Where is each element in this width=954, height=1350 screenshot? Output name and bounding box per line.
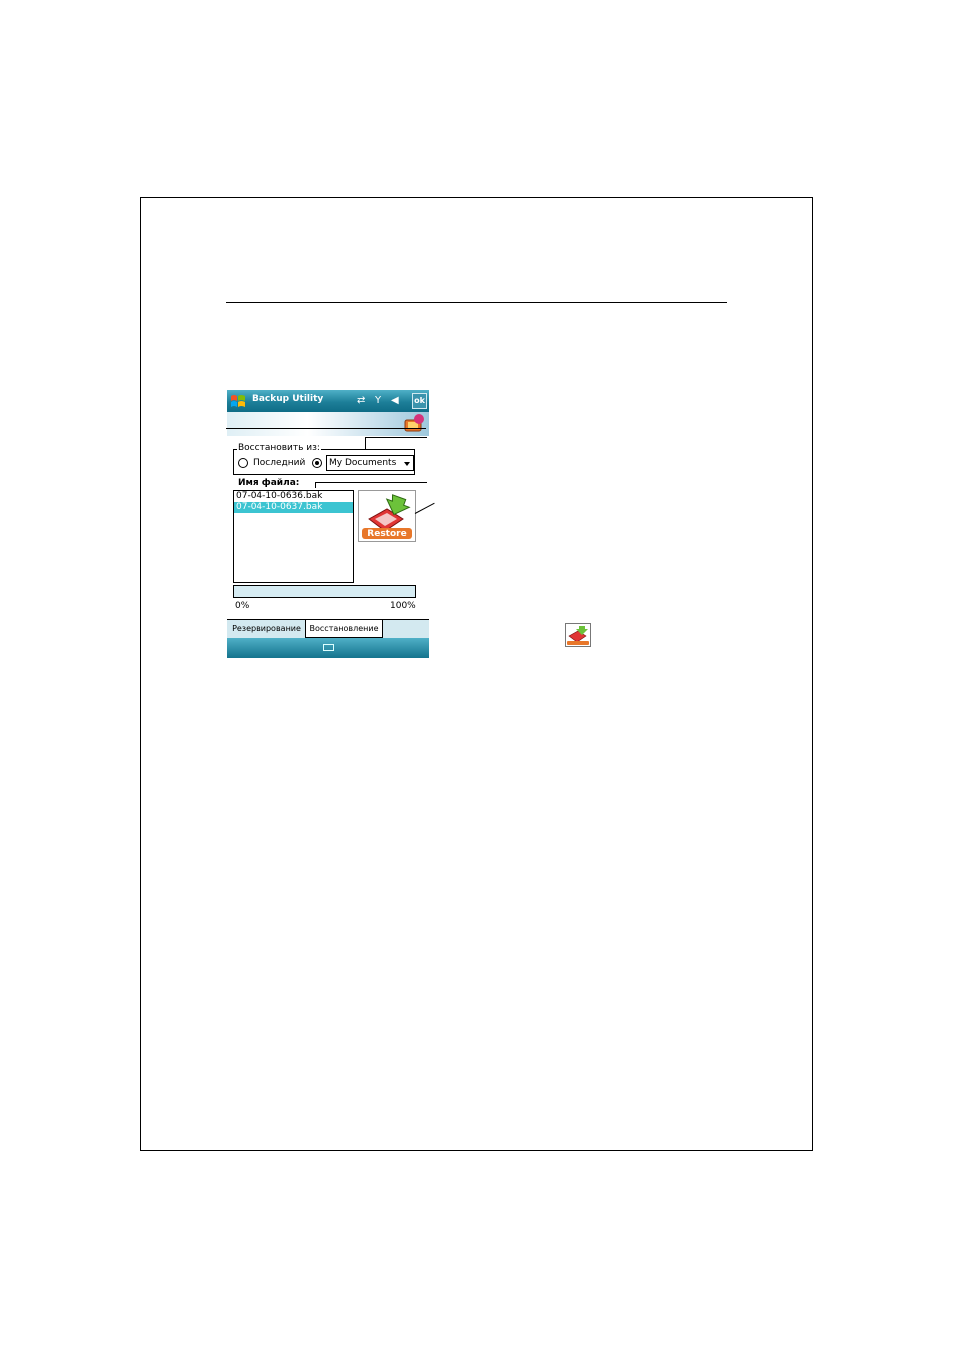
restore-icon-inline xyxy=(565,623,591,647)
chevron-down-icon xyxy=(404,462,410,466)
start-menu-icon[interactable] xyxy=(230,393,246,409)
radio-location[interactable] xyxy=(312,458,322,468)
progress-max-label: 100% xyxy=(390,601,416,611)
menu-bar xyxy=(227,638,429,658)
title-bar: Backup Utility ⇄ Y ◀ ok xyxy=(227,390,429,412)
callout-line-2-vertical xyxy=(365,437,366,449)
restore-button[interactable]: Restore xyxy=(358,490,416,542)
tab-backup[interactable]: Резервирование xyxy=(228,620,305,638)
window-title: Backup Utility xyxy=(252,394,324,404)
tab-restore[interactable]: Восстановление xyxy=(305,620,383,638)
signal-icon[interactable]: Y xyxy=(375,394,381,408)
location-value: My Documents xyxy=(329,458,397,468)
volume-icon[interactable]: ◀ xyxy=(391,394,399,408)
keyboard-icon[interactable] xyxy=(323,644,334,651)
file-name-label: Имя файла: xyxy=(238,478,300,488)
callout-line-3-vertical xyxy=(315,482,316,488)
list-item-selected[interactable]: 07-04-10-0637.bak xyxy=(234,502,353,513)
restore-button-label: Restore xyxy=(367,529,407,539)
backup-app-icon xyxy=(404,414,424,432)
ok-button[interactable]: ok xyxy=(412,393,427,409)
restore-from-label: Восстановить из: xyxy=(237,443,321,453)
location-dropdown[interactable]: My Documents xyxy=(326,455,414,471)
list-item[interactable]: 07-04-10-0636.bak xyxy=(234,491,353,502)
header-rule xyxy=(226,302,727,303)
radio-last-label: Последний xyxy=(253,458,306,468)
progress-bar xyxy=(233,585,416,598)
progress-min-label: 0% xyxy=(235,601,250,611)
callout-line-3 xyxy=(315,482,427,483)
connectivity-icon[interactable]: ⇄ xyxy=(357,394,365,408)
callout-line-1 xyxy=(226,428,426,429)
radio-last[interactable] xyxy=(238,458,248,468)
callout-line-2 xyxy=(365,437,427,438)
device-screenshot: Backup Utility ⇄ Y ◀ ok Восстановить из:… xyxy=(227,390,429,658)
header-banner xyxy=(227,412,429,436)
file-list[interactable]: 07-04-10-0636.bak 07-04-10-0637.bak xyxy=(233,490,354,583)
tab-bar: Резервирование Восстановление xyxy=(227,619,429,638)
page-frame xyxy=(140,197,813,1151)
